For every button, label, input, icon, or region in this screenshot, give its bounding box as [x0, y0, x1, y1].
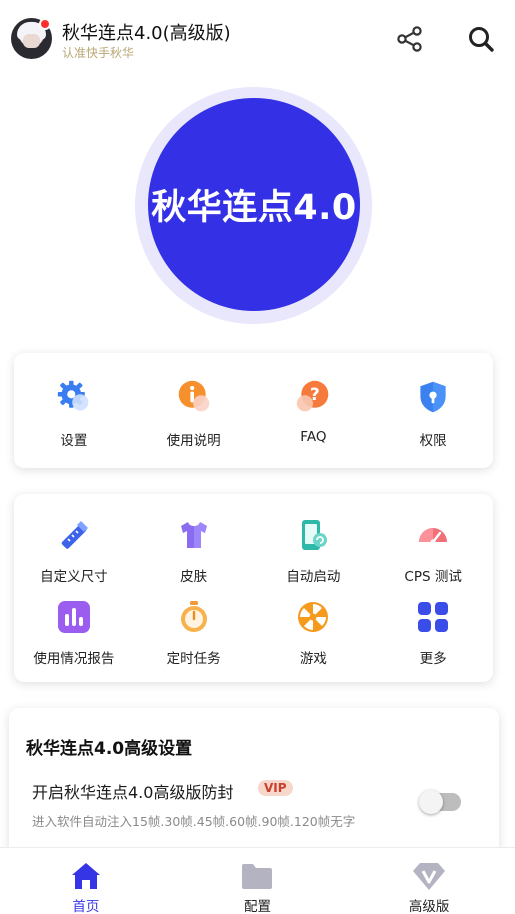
switch-knob: [419, 790, 443, 814]
tool-label: 游戏: [299, 651, 327, 667]
quick-menu-label: FAQ: [300, 429, 327, 445]
search-icon: [469, 27, 494, 52]
diamond-v-icon: [412, 860, 446, 892]
tool-scheduled-task[interactable]: 定时任务: [134, 600, 254, 667]
tool-label: 定时任务: [166, 651, 221, 667]
shield-lock-icon: [415, 379, 451, 415]
tools-row: 使用情况报告 定时任务 游戏 更多: [14, 600, 493, 667]
tool-label: 使用情况报告: [33, 651, 115, 667]
nav-label: 高级版: [408, 899, 450, 914]
advanced-settings-title: 秋华连点4.0高级设置: [26, 739, 193, 759]
folder-icon: [240, 860, 274, 892]
tool-label: 皮肤: [180, 569, 208, 585]
tool-label: 自定义尺寸: [40, 569, 108, 585]
search-button[interactable]: [465, 22, 497, 56]
nav-home[interactable]: 首页: [0, 848, 172, 914]
quick-menu-label: 设置: [60, 433, 88, 449]
question-icon: ?: [295, 379, 331, 415]
tool-label: 更多: [419, 651, 447, 667]
nav-label: 首页: [72, 899, 100, 914]
phone-auto-icon: [296, 518, 330, 552]
ruler-pencil-icon: [57, 518, 91, 552]
share-button[interactable]: [394, 22, 426, 56]
tool-game[interactable]: 游戏: [254, 600, 374, 667]
tool-custom-size[interactable]: 自定义尺寸: [14, 518, 134, 585]
quick-menu-card: 设置 使用说明 ? FAQ 权限: [14, 353, 493, 468]
stopwatch-icon: [177, 600, 211, 634]
avatar-face: [23, 34, 40, 48]
tool-auto-start[interactable]: 自动启动: [254, 518, 374, 585]
notification-dot: [39, 18, 51, 30]
quick-menu-permissions[interactable]: 权限: [373, 379, 493, 449]
shirt-icon: [177, 518, 211, 552]
quick-menu-settings[interactable]: 设置: [14, 379, 134, 449]
app-title: 秋华连点4.0(高级版): [62, 23, 231, 44]
quick-menu-faq[interactable]: ? FAQ: [254, 379, 374, 449]
tool-label: CPS 测试: [404, 569, 462, 585]
tool-usage-report[interactable]: 使用情况报告: [14, 600, 134, 667]
quick-menu-label: 权限: [419, 433, 447, 449]
nav-label: 配置: [243, 899, 271, 914]
bar-chart-icon: [57, 600, 91, 634]
anti-ban-switch[interactable]: [419, 790, 461, 814]
share-icon: [397, 26, 422, 52]
tool-label: 自动启动: [286, 569, 341, 585]
anti-ban-description: 进入软件自动注入15帧.30帧.45帧.60帧.90帧.120帧无字: [32, 814, 356, 829]
game-wheel-icon: [296, 600, 330, 634]
tools-card: 自定义尺寸 皮肤 自动启动 CPS 测试 使用情况报告 定时任务 游戏 更多: [14, 494, 493, 682]
quick-menu-row: 设置 使用说明 ? FAQ 权限: [14, 379, 493, 449]
hero-label: 秋华连点4.0: [151, 188, 357, 228]
hero-start-button[interactable]: 秋华连点4.0: [148, 98, 360, 311]
app-header: 秋华连点4.0(高级版) 认准快手秋华: [0, 0, 515, 78]
tool-more[interactable]: 更多: [373, 600, 493, 667]
info-icon: [176, 379, 212, 415]
app-subtitle: 认准快手秋华: [62, 46, 135, 60]
vip-badge: VIP: [258, 780, 293, 796]
quick-menu-label: 使用说明: [166, 433, 221, 449]
nav-config[interactable]: 配置: [172, 848, 344, 914]
tools-row: 自定义尺寸 皮肤 自动启动 CPS 测试: [14, 518, 493, 585]
home-icon: [69, 860, 103, 892]
grid-more-icon: [416, 600, 450, 634]
speedometer-icon: [416, 518, 450, 552]
gear-icon: [56, 379, 92, 415]
tool-cps-test[interactable]: CPS 测试: [373, 518, 493, 585]
nav-premium[interactable]: 高级版: [343, 848, 515, 914]
anti-ban-toggle-label: 开启秋华连点4.0高级版防封: [32, 783, 234, 802]
tool-skin[interactable]: 皮肤: [134, 518, 254, 585]
bottom-nav: 首页 配置 高级版: [0, 847, 515, 914]
quick-menu-guide[interactable]: 使用说明: [134, 379, 254, 449]
